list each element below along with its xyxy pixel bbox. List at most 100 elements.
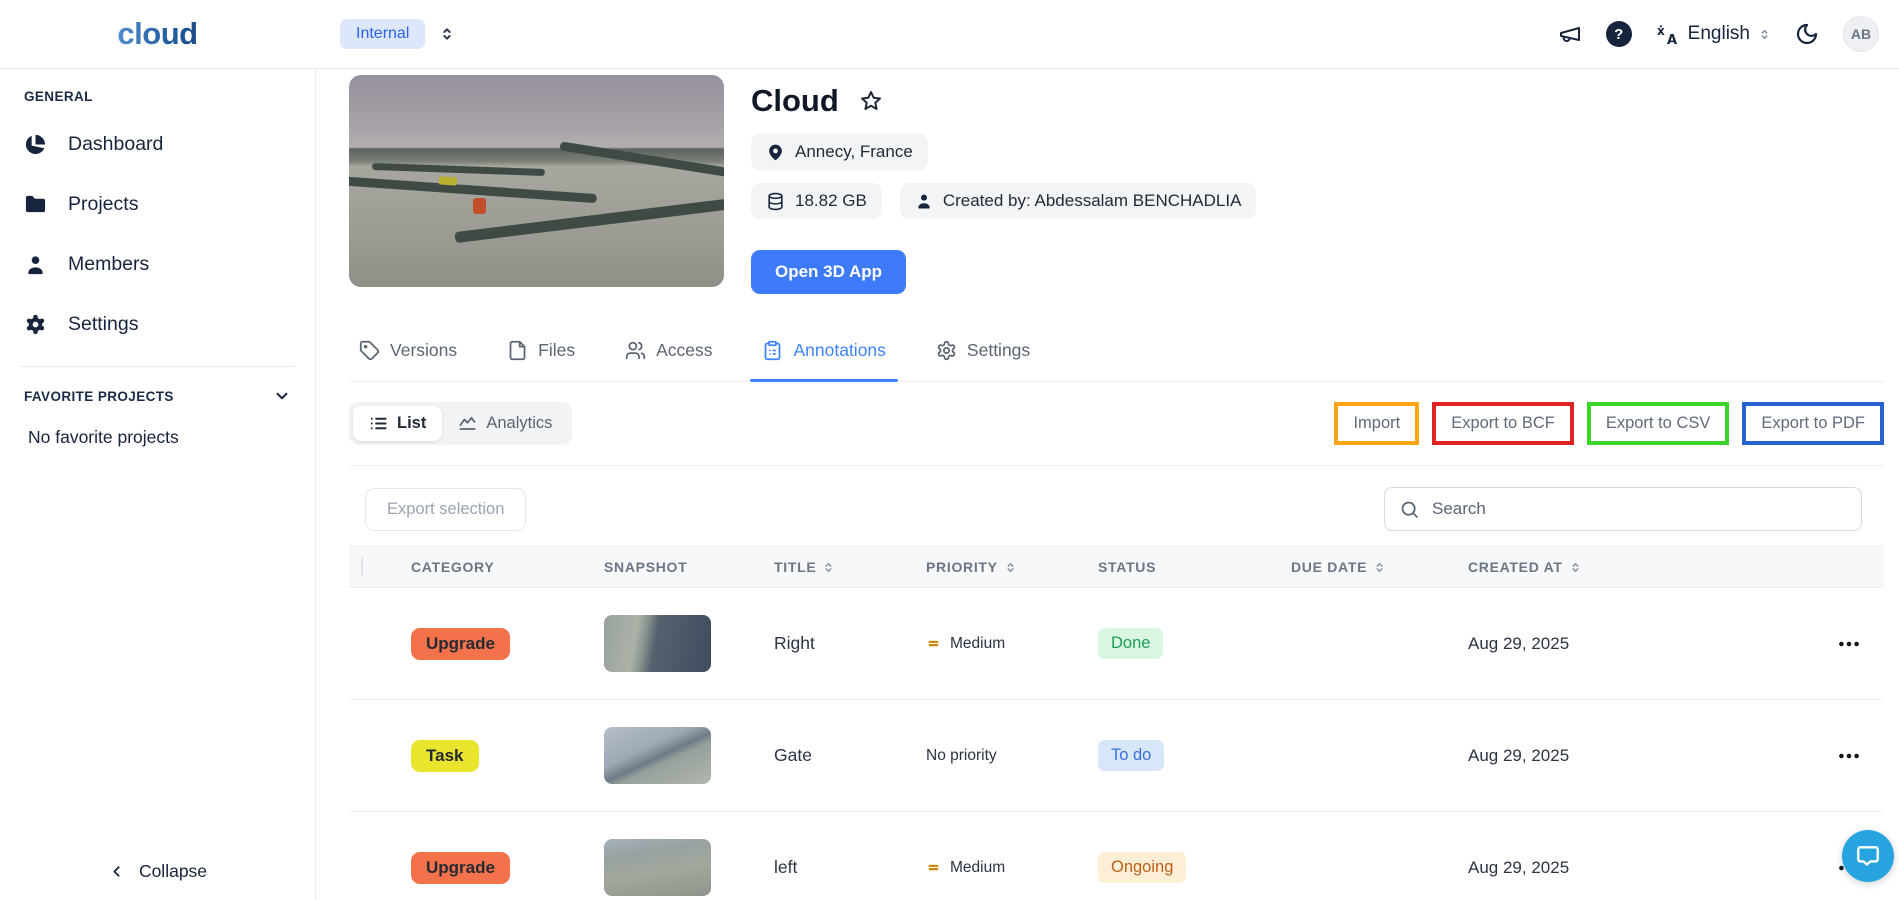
favorite-projects-header[interactable]: FAVORITE PROJECTS: [24, 387, 291, 405]
favorites-empty-text: No favorite projects: [28, 427, 179, 447]
snapshot-thumbnail[interactable]: [604, 615, 711, 672]
gear-icon: [936, 340, 957, 361]
announcements-megaphone-icon[interactable]: [1558, 22, 1582, 46]
tab-label: Versions: [390, 340, 458, 360]
users-icon: [625, 340, 646, 361]
export-bcf-button[interactable]: Export to BCF: [1432, 402, 1574, 445]
column-header-due-date: DUE DATE: [1291, 559, 1468, 575]
location-text: Annecy, France: [795, 142, 913, 161]
chat-widget-button[interactable]: [1842, 830, 1894, 882]
chat-bubble-icon: [1855, 843, 1881, 869]
sidebar-divider: [20, 366, 295, 367]
priority-cell: Medium: [926, 859, 1098, 877]
size-badge: 18.82 GB: [751, 183, 882, 219]
created-by-text: Created by: Abdessalam BENCHADLIA: [942, 191, 1242, 210]
chevron-left-icon: [108, 863, 125, 880]
table-row[interactable]: Upgrade left Medium Ongoing Aug 29, 2025: [349, 812, 1884, 900]
user-icon: [915, 192, 933, 210]
sidebar-item-label: Projects: [68, 192, 139, 215]
view-toggle: List Analytics: [349, 402, 573, 445]
column-header-status: STATUS: [1098, 559, 1157, 575]
pipe-graphic: [559, 140, 724, 180]
favorite-star-icon[interactable]: [859, 89, 883, 113]
sort-updown-icon[interactable]: [823, 561, 834, 574]
language-selector[interactable]: ẋ A English: [1656, 22, 1771, 46]
export-buttons: Import Export to BCF Export to CSV Expor…: [1334, 402, 1884, 445]
sort-updown-icon[interactable]: [1570, 561, 1581, 574]
select-all-checkbox[interactable]: [361, 557, 363, 576]
snapshot-thumbnail[interactable]: [604, 839, 711, 896]
app-logo[interactable]: cloud: [117, 16, 198, 52]
category-badge: Upgrade: [411, 851, 510, 884]
row-actions-menu-icon[interactable]: [1814, 743, 1884, 769]
table-header-row: CATEGORY SNAPSHOT TITLE PRIORITY STATUS …: [349, 546, 1884, 588]
import-button[interactable]: Import: [1334, 402, 1420, 445]
pipe-graphic: [371, 163, 545, 177]
search-input[interactable]: [1432, 499, 1847, 519]
table-row[interactable]: Upgrade Right Medium Done Aug 29, 2025: [349, 588, 1884, 700]
project-title: Cloud: [751, 83, 839, 118]
sidebar-item-dashboard[interactable]: Dashboard: [24, 114, 291, 174]
sidebar-item-projects[interactable]: Projects: [24, 174, 291, 234]
project-cover-image: [349, 75, 724, 287]
status-badge: To do: [1098, 740, 1165, 771]
folder-icon: [24, 193, 47, 216]
snapshot-thumbnail[interactable]: [604, 727, 711, 784]
help-icon[interactable]: ?: [1605, 21, 1632, 47]
workspace-chevron-updown-icon[interactable]: [439, 26, 455, 42]
table-toolbar: Export selection: [349, 487, 1884, 531]
language-chevron-updown-icon: [1758, 28, 1771, 41]
chevron-down-icon[interactable]: [273, 387, 291, 405]
row-actions-menu-icon[interactable]: [1814, 631, 1884, 657]
dark-mode-moon-icon[interactable]: [1795, 22, 1819, 46]
sort-updown-icon[interactable]: [1005, 561, 1016, 574]
size-text: 18.82 GB: [795, 191, 867, 210]
list-icon: [369, 414, 388, 433]
user-avatar[interactable]: AB: [1843, 16, 1879, 52]
tab-files[interactable]: Files: [507, 340, 575, 381]
pipe-graphic: [454, 197, 724, 244]
view-list-toggle[interactable]: List: [353, 406, 443, 441]
sidebar-section-favorites: FAVORITE PROJECTS: [24, 388, 174, 404]
column-header-category: CATEGORY: [411, 559, 495, 575]
tab-annotations[interactable]: Annotations: [750, 340, 899, 382]
analytics-chart-icon: [458, 414, 477, 433]
table-row[interactable]: Task Gate No priority To do Aug 29, 2025: [349, 700, 1884, 812]
search-box[interactable]: [1384, 487, 1862, 531]
tab-label: Files: [538, 340, 576, 360]
export-selection-button[interactable]: Export selection: [365, 487, 527, 531]
column-header-priority: PRIORITY: [926, 559, 1098, 575]
location-badge: Annecy, France: [751, 134, 928, 170]
column-header-snapshot: SNAPSHOT: [604, 559, 688, 575]
tab-versions[interactable]: Versions: [359, 340, 457, 381]
tag-icon: [359, 340, 380, 361]
sort-updown-icon[interactable]: [1374, 561, 1385, 574]
workspace-selector[interactable]: Internal: [340, 19, 426, 49]
file-icon: [507, 340, 528, 361]
priority-label: Medium: [950, 858, 1006, 876]
sidebar-nav: Dashboard Projects Members Settings: [24, 114, 291, 354]
open-3d-app-button[interactable]: Open 3D App: [751, 250, 907, 294]
sidebar: GENERAL Dashboard Projects Members Setti…: [0, 69, 316, 900]
collapse-sidebar-button[interactable]: Collapse: [0, 861, 315, 882]
translate-icon: ẋ A: [1656, 22, 1680, 46]
topbar-actions: ? ẋ A English AB: [1558, 16, 1879, 52]
view-analytics-toggle[interactable]: Analytics: [442, 406, 568, 441]
tab-settings[interactable]: Settings: [936, 340, 1030, 381]
annotation-title: Right: [774, 633, 815, 653]
view-analytics-label: Analytics: [486, 414, 553, 432]
export-pdf-button[interactable]: Export to PDF: [1742, 402, 1884, 445]
sidebar-item-label: Settings: [68, 312, 139, 335]
sidebar-item-settings[interactable]: Settings: [24, 294, 291, 354]
gear-icon: [24, 313, 47, 336]
project-info: Cloud Annecy, France 18.82 GB Created by…: [751, 75, 1257, 294]
sidebar-item-members[interactable]: Members: [24, 234, 291, 294]
sidebar-item-label: Dashboard: [68, 132, 164, 155]
tab-access[interactable]: Access: [625, 340, 712, 381]
database-icon: [766, 192, 785, 211]
view-list-label: List: [397, 414, 427, 432]
priority-medium-icon: [926, 637, 941, 650]
valve-graphic: [472, 197, 486, 214]
export-csv-button[interactable]: Export to CSV: [1586, 402, 1730, 445]
annotations-table-section: Export selection CATEGORY SNAPSHOT TITLE…: [349, 465, 1884, 900]
